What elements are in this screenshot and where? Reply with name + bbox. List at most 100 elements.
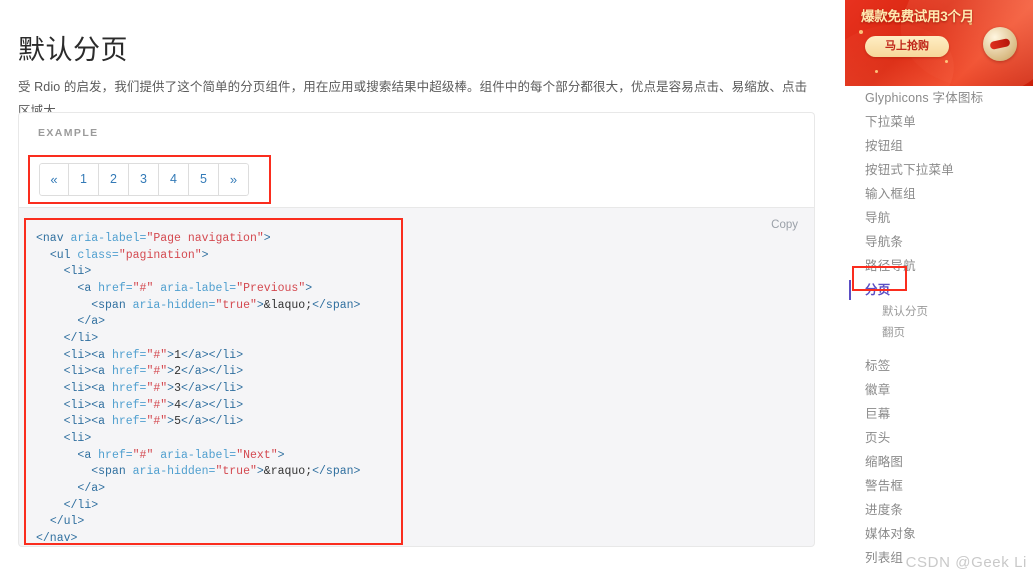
code-token-tag: <li> [63,348,92,362]
right-sidebar: 爆款免费试用3个月 马上抢购 Glyphicons 字体图标 下拉菜单 按钮组 按钮式… [845,0,1033,574]
sidebar-item-6[interactable]: 导航条 [845,230,1033,254]
sidebar-item-2[interactable]: 按钮组 [845,134,1033,158]
code-token-tag: > [305,281,313,295]
sidebar-item-3[interactable]: 按钮式下拉菜单 [845,158,1033,182]
sidebar-item-7[interactable]: 路径导航 [845,254,1033,278]
pagination: «1 2 3 4 5» [39,163,249,196]
ad-banner[interactable]: 爆款免费试用3个月 马上抢购 [845,0,1033,86]
code-token-attr: href= [111,381,147,395]
code-token-tag: </ul> [49,515,85,529]
sidebar-item-5[interactable]: 导航 [845,206,1033,230]
sidebar-item-15[interactable]: 页头 [845,426,1033,450]
code-token-attr: aria-label= [70,232,147,245]
sidebar-item-10[interactable]: 翻页 [845,323,1033,344]
code-token-tag: <a [91,398,112,412]
sidebar-item-16[interactable]: 缩略图 [845,450,1033,474]
code-line: <nav aria-label="Page navigation"> [36,232,271,245]
sidebar-item-13[interactable]: 徽章 [845,378,1033,402]
code-block-panel: Copy <nav aria-label="Page navigation"> … [18,207,815,547]
sidebar-item-active[interactable]: 分页 [845,278,1033,302]
code-token-attr: href= [111,415,147,429]
code-token-tag: </a> [180,415,209,429]
code-token-val: "true" [215,298,257,312]
pagination-link-next[interactable]: » [219,163,249,196]
sidebar-item-12[interactable]: 标签 [845,354,1033,378]
ad-decoration-dot [875,70,878,73]
code-line: </a> [36,482,105,495]
code-line: <span aria-hidden="true">&raquo;</span> [36,465,360,478]
sidebar-item-9[interactable]: 默认分页 [845,302,1033,323]
pagination-link-page-4[interactable]: 4 [159,163,189,196]
code-token-txt: 3 [174,381,181,395]
code-token-txt: 2 [174,365,181,379]
code-token-tag: <a [91,415,112,429]
code-line: <li><a href="#">3</a></li> [36,381,244,395]
copy-button[interactable]: Copy [771,219,798,231]
sidebar-item-4[interactable]: 输入框组 [845,182,1033,206]
code-token-attr: aria-hidden= [132,298,216,312]
code-line: <li> [36,431,92,445]
example-label: EXAMPLE [38,127,99,139]
code-line: </a> [36,315,105,328]
code-token-attr: class= [77,248,119,262]
code-token-tag: </a> [77,481,106,495]
code-token-tag: </li> [208,365,244,379]
code-token-tag: > [256,298,264,312]
code-token-tag: <li> [63,398,92,412]
pagination-link-page-1[interactable]: 1 [69,163,99,196]
pagination-link-page-5[interactable]: 5 [189,163,219,196]
sidebar-item-1[interactable]: 下拉菜单 [845,110,1033,134]
code-token-txt: 4 [174,398,181,412]
code-token-tag: <li> [63,431,92,445]
code-token-tag: <li> [63,265,92,279]
code-token-tag: </li> [63,331,99,345]
pagination-link-previous[interactable]: « [39,163,69,196]
pagination-item: » [219,163,249,196]
pagination-link-page-3[interactable]: 3 [129,163,159,196]
ad-product-icon [983,27,1017,61]
code-token-attr: href= [98,448,133,462]
pagination-item: 1 [69,163,99,196]
sidebar-item-17[interactable]: 警告框 [845,474,1033,498]
pagination-item: 3 [129,163,159,196]
code-token-tag: </a> [180,348,209,362]
sidebar-item-0[interactable]: Glyphicons 字体图标 [845,86,1033,110]
code-token-tag: <nav [36,232,71,245]
code-token-tag: <ul [49,248,78,262]
code-token-tag: <li> [63,365,92,379]
code-line: </nav> [36,532,77,545]
code-token-tag: > [277,448,285,462]
code-token-val: "true" [215,465,257,479]
sidebar-item-19[interactable]: 媒体对象 [845,522,1033,546]
code-token-val: "#" [146,415,168,429]
code-snippet: <nav aria-label="Page navigation"> <ul c… [36,231,360,546]
sidebar-item-14[interactable]: 巨幕 [845,402,1033,426]
code-line: </ul> [36,515,85,529]
code-line: <ul class="pagination"> [36,249,209,262]
code-token-txt: &raquo; [263,465,313,479]
ad-decoration-dot [859,30,863,34]
sidebar-nav: Glyphicons 字体图标 下拉菜单 按钮组 按钮式下拉菜单 输入框组 导航 导航条 路径… [845,86,1033,570]
ad-buy-button[interactable]: 马上抢购 [865,36,949,57]
sidebar-nav-spacer [845,344,1033,354]
code-line: <li><a href="#">4</a></li> [36,398,244,412]
sidebar-item-18[interactable]: 进度条 [845,498,1033,522]
code-token-tag: <a [77,448,99,462]
code-token-tag: <a [91,381,112,395]
code-token-attr: href= [111,348,147,362]
code-token-txt: 1 [174,348,181,362]
code-line: <li><a href="#">5</a></li> [36,415,244,429]
code-token-tag: > [201,248,209,262]
main-content: 默认分页 受 Rdio 的启发，我们提供了这个简单的分页组件，用在应用或搜索结果… [0,0,840,574]
pagination-link-page-2[interactable]: 2 [99,163,129,196]
code-token-tag: </nav> [36,531,78,545]
